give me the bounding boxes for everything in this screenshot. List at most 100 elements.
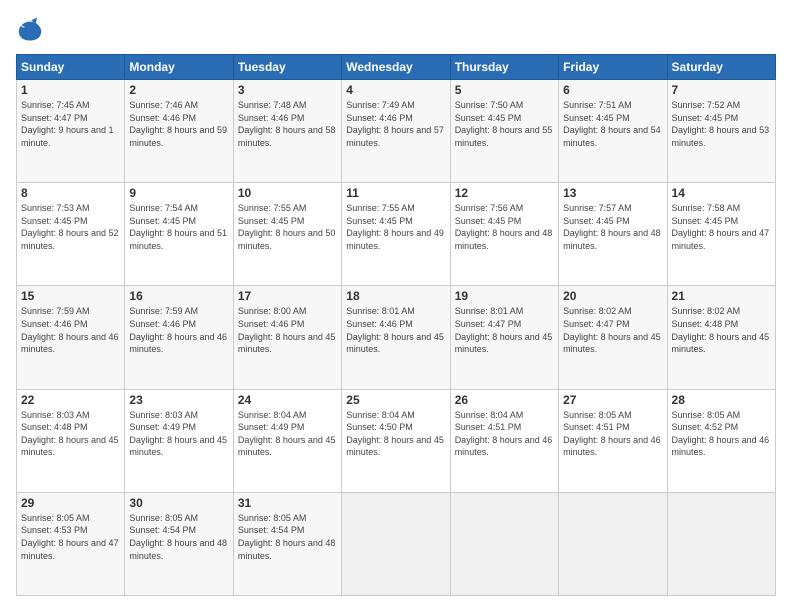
day-cell: 12 Sunrise: 7:56 AM Sunset: 4:45 PM Dayl… — [450, 183, 558, 286]
day-cell: 2 Sunrise: 7:46 AM Sunset: 4:46 PM Dayli… — [125, 80, 233, 183]
day-detail: Sunrise: 8:05 AM Sunset: 4:51 PM Dayligh… — [563, 409, 662, 459]
day-cell: 16 Sunrise: 7:59 AM Sunset: 4:46 PM Dayl… — [125, 286, 233, 389]
day-cell: 27 Sunrise: 8:05 AM Sunset: 4:51 PM Dayl… — [559, 389, 667, 492]
header — [16, 16, 776, 44]
day-detail: Sunrise: 8:04 AM Sunset: 4:50 PM Dayligh… — [346, 409, 445, 459]
day-cell: 4 Sunrise: 7:49 AM Sunset: 4:46 PM Dayli… — [342, 80, 450, 183]
day-number: 4 — [346, 83, 445, 97]
day-number: 31 — [238, 496, 337, 510]
day-number: 25 — [346, 393, 445, 407]
calendar-table: SundayMondayTuesdayWednesdayThursdayFrid… — [16, 54, 776, 596]
day-number: 28 — [672, 393, 771, 407]
day-cell: 31 Sunrise: 8:05 AM Sunset: 4:54 PM Dayl… — [233, 492, 341, 595]
column-header-sunday: Sunday — [17, 55, 125, 80]
day-cell: 29 Sunrise: 8:05 AM Sunset: 4:53 PM Dayl… — [17, 492, 125, 595]
day-cell: 10 Sunrise: 7:55 AM Sunset: 4:45 PM Dayl… — [233, 183, 341, 286]
header-row: SundayMondayTuesdayWednesdayThursdayFrid… — [17, 55, 776, 80]
day-detail: Sunrise: 8:04 AM Sunset: 4:51 PM Dayligh… — [455, 409, 554, 459]
day-detail: Sunrise: 7:55 AM Sunset: 4:45 PM Dayligh… — [346, 202, 445, 252]
day-number: 13 — [563, 186, 662, 200]
day-detail: Sunrise: 7:51 AM Sunset: 4:45 PM Dayligh… — [563, 99, 662, 149]
day-detail: Sunrise: 7:46 AM Sunset: 4:46 PM Dayligh… — [129, 99, 228, 149]
day-cell: 26 Sunrise: 8:04 AM Sunset: 4:51 PM Dayl… — [450, 389, 558, 492]
day-detail: Sunrise: 8:04 AM Sunset: 4:49 PM Dayligh… — [238, 409, 337, 459]
column-header-tuesday: Tuesday — [233, 55, 341, 80]
day-detail: Sunrise: 8:02 AM Sunset: 4:47 PM Dayligh… — [563, 305, 662, 355]
day-cell: 3 Sunrise: 7:48 AM Sunset: 4:46 PM Dayli… — [233, 80, 341, 183]
day-cell: 24 Sunrise: 8:04 AM Sunset: 4:49 PM Dayl… — [233, 389, 341, 492]
column-header-saturday: Saturday — [667, 55, 775, 80]
logo — [16, 16, 48, 44]
day-detail: Sunrise: 7:56 AM Sunset: 4:45 PM Dayligh… — [455, 202, 554, 252]
day-cell: 5 Sunrise: 7:50 AM Sunset: 4:45 PM Dayli… — [450, 80, 558, 183]
day-number: 20 — [563, 289, 662, 303]
week-row-5: 29 Sunrise: 8:05 AM Sunset: 4:53 PM Dayl… — [17, 492, 776, 595]
day-cell: 23 Sunrise: 8:03 AM Sunset: 4:49 PM Dayl… — [125, 389, 233, 492]
column-header-friday: Friday — [559, 55, 667, 80]
day-cell — [559, 492, 667, 595]
day-number: 8 — [21, 186, 120, 200]
day-detail: Sunrise: 8:05 AM Sunset: 4:54 PM Dayligh… — [238, 512, 337, 562]
day-cell: 13 Sunrise: 7:57 AM Sunset: 4:45 PM Dayl… — [559, 183, 667, 286]
day-detail: Sunrise: 8:03 AM Sunset: 4:49 PM Dayligh… — [129, 409, 228, 459]
day-cell: 18 Sunrise: 8:01 AM Sunset: 4:46 PM Dayl… — [342, 286, 450, 389]
day-cell: 28 Sunrise: 8:05 AM Sunset: 4:52 PM Dayl… — [667, 389, 775, 492]
day-number: 7 — [672, 83, 771, 97]
day-cell: 22 Sunrise: 8:03 AM Sunset: 4:48 PM Dayl… — [17, 389, 125, 492]
day-detail: Sunrise: 7:54 AM Sunset: 4:45 PM Dayligh… — [129, 202, 228, 252]
day-cell: 1 Sunrise: 7:45 AM Sunset: 4:47 PM Dayli… — [17, 80, 125, 183]
logo-icon — [16, 16, 44, 44]
column-header-thursday: Thursday — [450, 55, 558, 80]
day-detail: Sunrise: 8:01 AM Sunset: 4:46 PM Dayligh… — [346, 305, 445, 355]
day-number: 30 — [129, 496, 228, 510]
day-number: 29 — [21, 496, 120, 510]
day-detail: Sunrise: 7:53 AM Sunset: 4:45 PM Dayligh… — [21, 202, 120, 252]
day-cell: 21 Sunrise: 8:02 AM Sunset: 4:48 PM Dayl… — [667, 286, 775, 389]
day-cell: 6 Sunrise: 7:51 AM Sunset: 4:45 PM Dayli… — [559, 80, 667, 183]
day-cell: 19 Sunrise: 8:01 AM Sunset: 4:47 PM Dayl… — [450, 286, 558, 389]
day-number: 18 — [346, 289, 445, 303]
day-cell: 30 Sunrise: 8:05 AM Sunset: 4:54 PM Dayl… — [125, 492, 233, 595]
day-detail: Sunrise: 8:00 AM Sunset: 4:46 PM Dayligh… — [238, 305, 337, 355]
day-detail: Sunrise: 8:02 AM Sunset: 4:48 PM Dayligh… — [672, 305, 771, 355]
day-cell: 20 Sunrise: 8:02 AM Sunset: 4:47 PM Dayl… — [559, 286, 667, 389]
day-cell: 15 Sunrise: 7:59 AM Sunset: 4:46 PM Dayl… — [17, 286, 125, 389]
day-number: 3 — [238, 83, 337, 97]
day-number: 2 — [129, 83, 228, 97]
day-number: 10 — [238, 186, 337, 200]
day-cell — [450, 492, 558, 595]
day-number: 19 — [455, 289, 554, 303]
day-number: 11 — [346, 186, 445, 200]
day-number: 9 — [129, 186, 228, 200]
day-number: 17 — [238, 289, 337, 303]
page: SundayMondayTuesdayWednesdayThursdayFrid… — [0, 0, 792, 612]
day-detail: Sunrise: 7:50 AM Sunset: 4:45 PM Dayligh… — [455, 99, 554, 149]
day-number: 1 — [21, 83, 120, 97]
day-number: 5 — [455, 83, 554, 97]
day-detail: Sunrise: 7:59 AM Sunset: 4:46 PM Dayligh… — [21, 305, 120, 355]
day-detail: Sunrise: 7:48 AM Sunset: 4:46 PM Dayligh… — [238, 99, 337, 149]
day-number: 21 — [672, 289, 771, 303]
column-header-wednesday: Wednesday — [342, 55, 450, 80]
day-number: 6 — [563, 83, 662, 97]
day-cell: 25 Sunrise: 8:04 AM Sunset: 4:50 PM Dayl… — [342, 389, 450, 492]
day-detail: Sunrise: 7:55 AM Sunset: 4:45 PM Dayligh… — [238, 202, 337, 252]
day-cell: 17 Sunrise: 8:00 AM Sunset: 4:46 PM Dayl… — [233, 286, 341, 389]
day-number: 16 — [129, 289, 228, 303]
day-detail: Sunrise: 7:45 AM Sunset: 4:47 PM Dayligh… — [21, 99, 120, 149]
day-detail: Sunrise: 8:05 AM Sunset: 4:54 PM Dayligh… — [129, 512, 228, 562]
day-detail: Sunrise: 7:49 AM Sunset: 4:46 PM Dayligh… — [346, 99, 445, 149]
day-detail: Sunrise: 8:01 AM Sunset: 4:47 PM Dayligh… — [455, 305, 554, 355]
day-cell: 7 Sunrise: 7:52 AM Sunset: 4:45 PM Dayli… — [667, 80, 775, 183]
day-detail: Sunrise: 8:03 AM Sunset: 4:48 PM Dayligh… — [21, 409, 120, 459]
day-number: 26 — [455, 393, 554, 407]
day-detail: Sunrise: 7:57 AM Sunset: 4:45 PM Dayligh… — [563, 202, 662, 252]
week-row-2: 8 Sunrise: 7:53 AM Sunset: 4:45 PM Dayli… — [17, 183, 776, 286]
day-number: 27 — [563, 393, 662, 407]
day-number: 22 — [21, 393, 120, 407]
day-cell — [667, 492, 775, 595]
day-number: 12 — [455, 186, 554, 200]
day-number: 14 — [672, 186, 771, 200]
day-cell: 11 Sunrise: 7:55 AM Sunset: 4:45 PM Dayl… — [342, 183, 450, 286]
day-number: 23 — [129, 393, 228, 407]
